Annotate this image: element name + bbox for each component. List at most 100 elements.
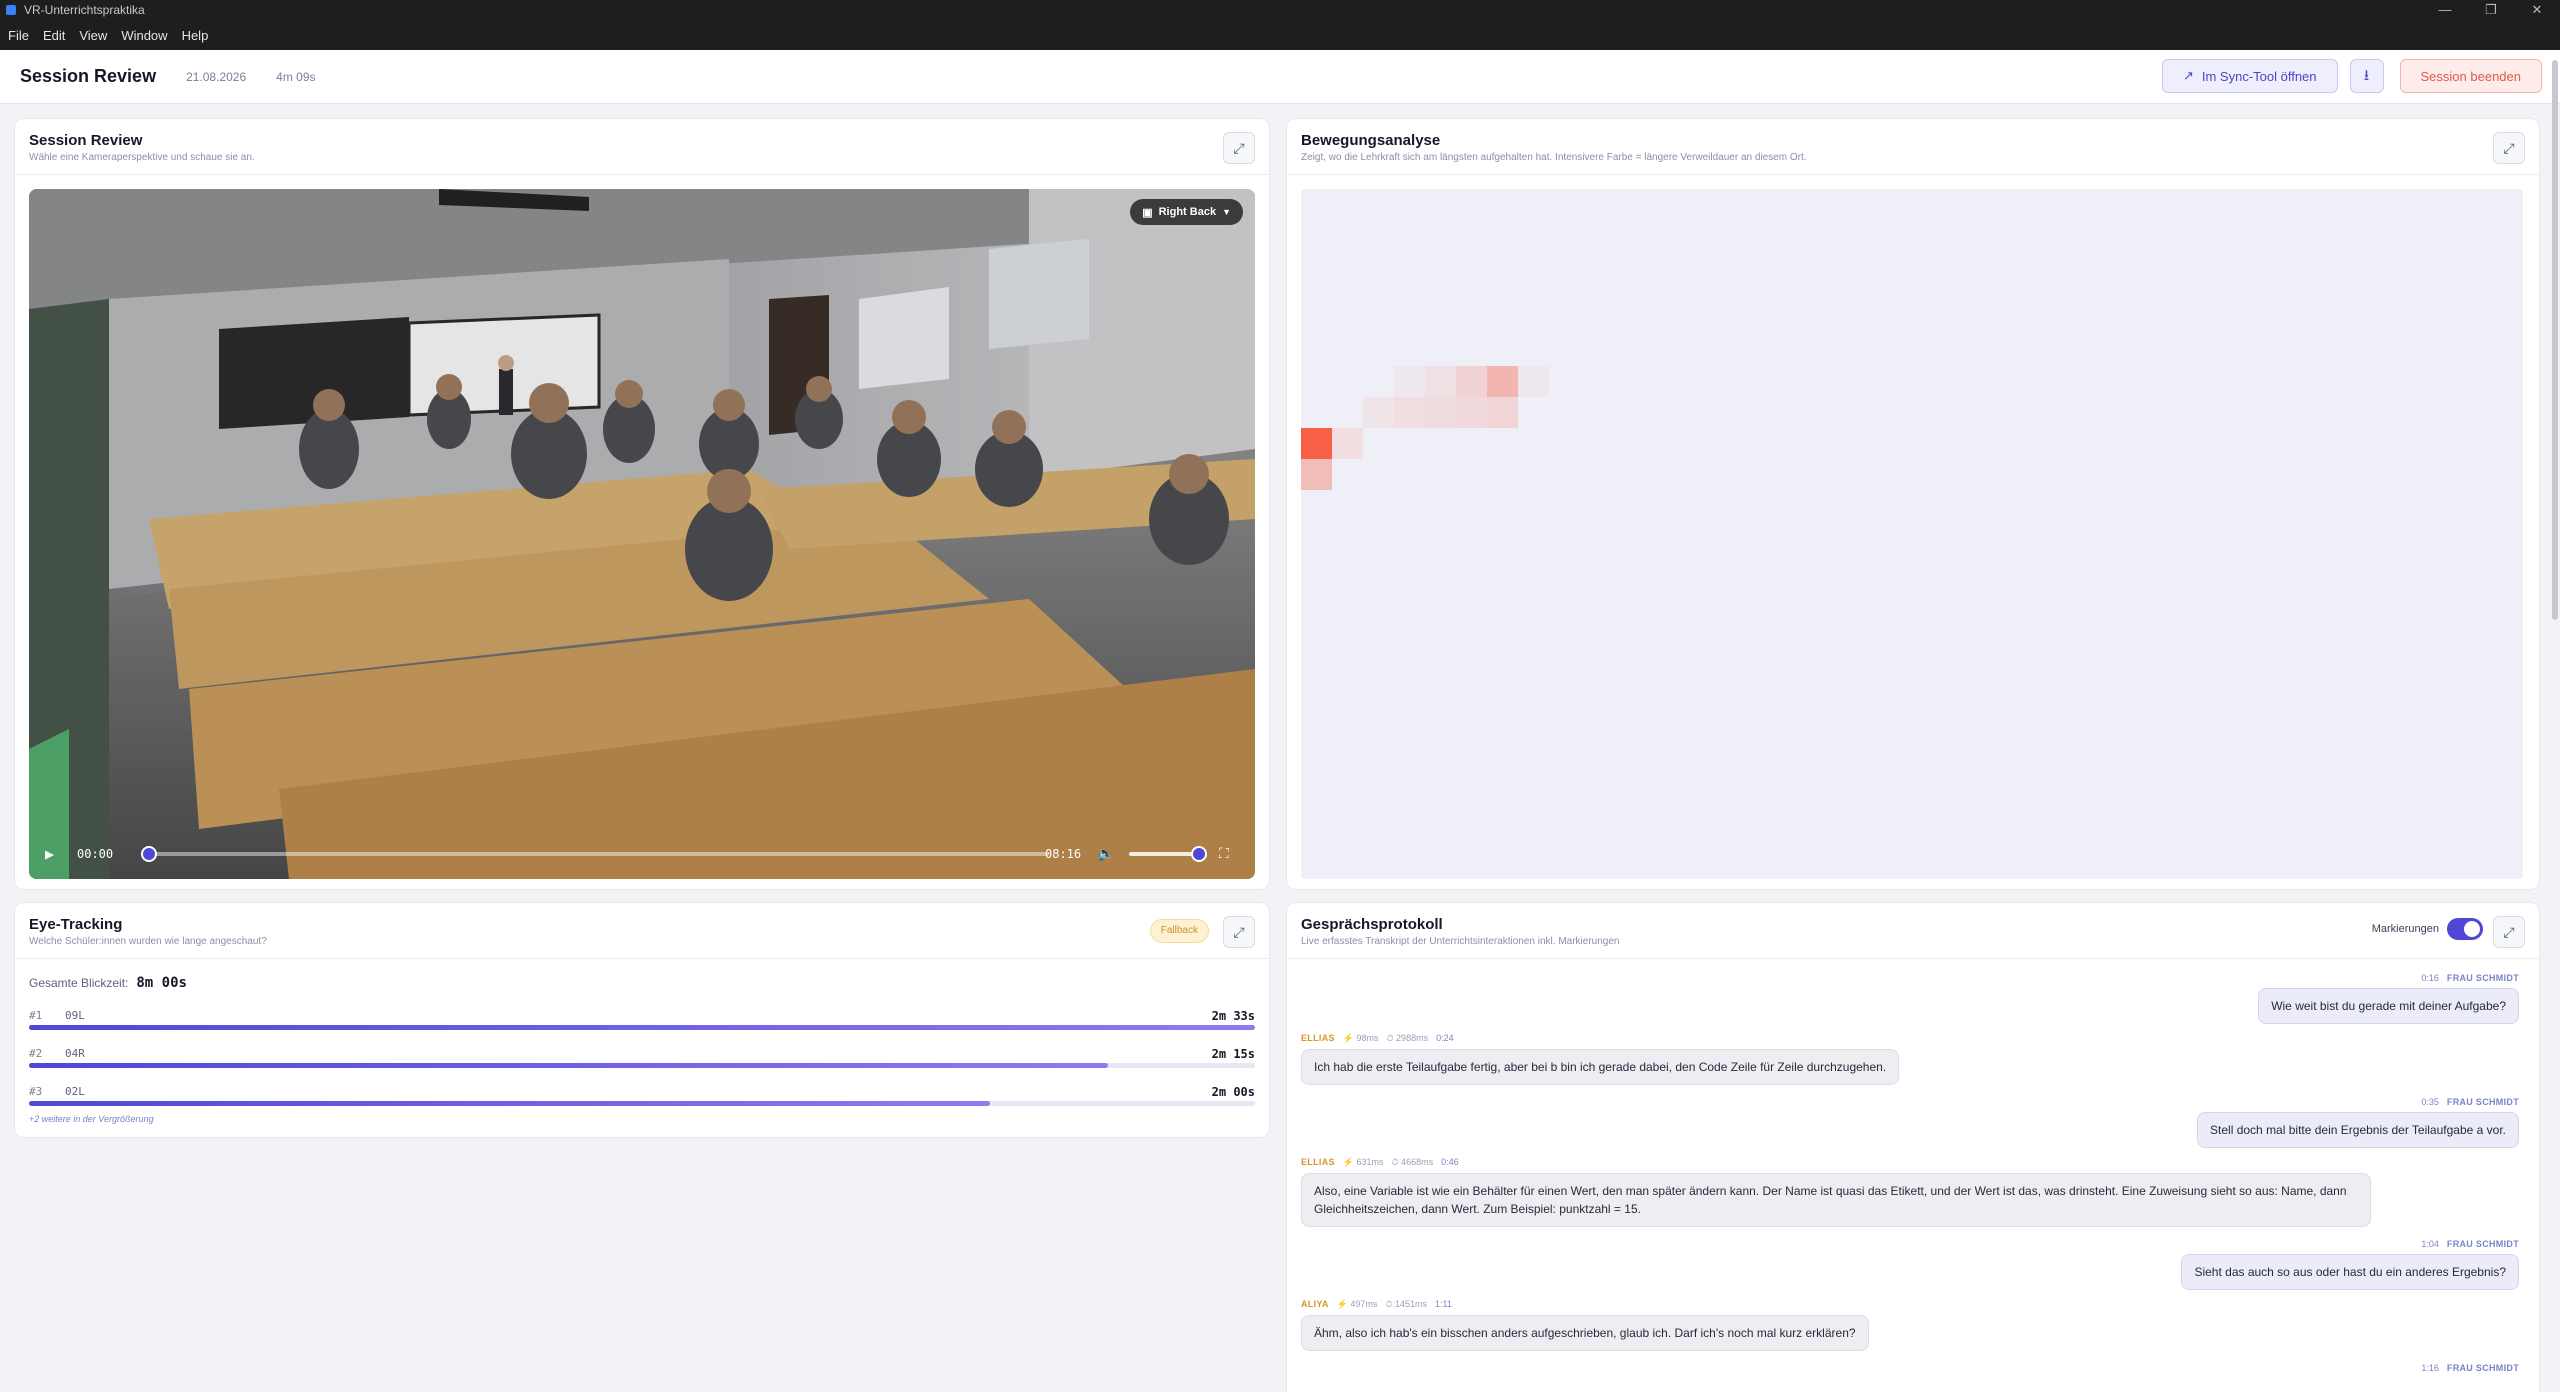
transcript-message: ELLIAS ⚡ 98ms ⏱ 2988ms 0:24 Ich hab die ers… [1301, 1033, 2519, 1085]
eye-tracking-panel: Eye-Tracking Welche Schüler:innen wurden… [14, 902, 1270, 1138]
message-duration: ⏱ 1451ms [1385, 1299, 1427, 1309]
message-bubble[interactable]: Also, eine Variable ist wie ein Behälter… [1301, 1173, 2371, 1227]
gaze-rank: #1 [29, 1009, 43, 1022]
menu-edit[interactable]: Edit [43, 28, 65, 43]
more-students-note: +2 weitere in der Vergrößerung [29, 1114, 154, 1124]
menu-help[interactable]: Help [182, 28, 209, 43]
transcript-panel-title: Gesprächsprotokoll [1301, 916, 1443, 933]
message-bubble[interactable]: Stell doch mal bitte dein Ergebnis der T… [2197, 1112, 2519, 1148]
markings-label: Markierungen [2371, 923, 2439, 935]
message-speaker: FRAU SCHMIDT [2446, 1097, 2519, 1107]
heatmap-cell [1394, 366, 1425, 397]
menu-file[interactable]: File [8, 28, 29, 43]
message-bubble[interactable]: Ähm, also ich hab's ein bisschen anders … [1301, 1315, 1869, 1351]
session-date: 21.08.2026 [186, 69, 247, 84]
expand-icon: ⤢ [2503, 140, 2515, 156]
end-session-button[interactable]: Session beenden [2399, 59, 2542, 93]
message-meta: ELLIAS ⚡ 631ms ⏱ 4668ms 0:46 [1301, 1157, 2519, 1168]
heatmap-cell [1332, 428, 1363, 459]
message-duration: ⏱ 4668ms [1391, 1157, 1434, 1167]
gaze-rank: #2 [29, 1047, 43, 1060]
fullscreen-icon[interactable]: ⛶ [1219, 846, 1229, 862]
gaze-bar-track [29, 1101, 1255, 1106]
movement-panel-subtitle: Zeigt, wo die Lehrkraft sich am längsten… [1301, 152, 1807, 163]
message-meta: ALIYA ⚡ 497ms ⏱ 1451ms 1:11 [1301, 1299, 2519, 1310]
movement-panel-title: Bewegungsanalyse [1301, 132, 1441, 149]
transcript-message: ELLIAS ⚡ 631ms ⏱ 4668ms 0:46 Also, eine Var… [1301, 1157, 2519, 1227]
heatmap-cell [1425, 366, 1456, 397]
gaze-row: #3 02L 2m 00s [29, 1085, 1255, 1115]
menu-window[interactable]: Window [121, 28, 167, 43]
message-bubble[interactable]: Wie weit bist du gerade mit deiner Aufga… [2258, 988, 2519, 1024]
app-header: Session Review 21.08.2026 4m 09s ↗ Im Sy… [0, 50, 2560, 104]
gaze-student: 09L [65, 1009, 85, 1022]
message-speaker: ELLIAS [1301, 1033, 1335, 1043]
heatmap-cell [1301, 428, 1332, 459]
message-time: 1:11 [1434, 1299, 1452, 1309]
open-sync-tool-button[interactable]: ↗ Im Sync-Tool öffnen [2161, 59, 2338, 93]
menu-bar: File Edit View Window Help [0, 20, 2560, 50]
eye-panel-subtitle: Welche Schüler:innen wurden wie lange an… [29, 936, 267, 947]
message-meta: 1:04 FRAU SCHMIDT [1301, 1239, 2519, 1249]
download-button[interactable]: ⭳ [2349, 59, 2384, 93]
video-expand-button[interactable]: ⤢ [1223, 132, 1255, 164]
message-time: 0:35 [2421, 1097, 2439, 1107]
minimize-icon[interactable]: — [2422, 0, 2468, 20]
transcript-message: 0:35 FRAU SCHMIDT Stell doch mal bitte de… [1301, 1097, 2519, 1148]
message-duration: ⏱ 2988ms [1386, 1033, 1429, 1043]
message-meta: 0:16 FRAU SCHMIDT [1301, 973, 2519, 983]
markings-toggle[interactable] [2447, 918, 2483, 940]
restore-icon[interactable]: ❐ [2468, 0, 2514, 20]
open-sync-tool-label: Im Sync-Tool öffnen [2201, 68, 2317, 84]
transcript-expand-button[interactable]: ⤢ [2493, 916, 2525, 948]
page-scrollbar[interactable] [2552, 60, 2558, 620]
expand-icon: ⤢ [1233, 924, 1245, 940]
video-camera-icon: ▣ [1142, 206, 1153, 219]
heatmap-cell [1456, 366, 1487, 397]
end-session-label: Session beenden [2420, 68, 2521, 84]
seek-handle[interactable] [141, 846, 157, 862]
gaze-bar-fill [29, 1025, 1255, 1030]
message-bubble[interactable]: Sieht das auch so aus oder hast du ein a… [2181, 1254, 2519, 1290]
volume-slider[interactable] [1129, 846, 1207, 862]
gaze-bar-fill [29, 1101, 991, 1106]
video-player[interactable]: ▣ Right Back ▼ ▶ 00:00 08:16 🔈 ⛶ [29, 189, 1255, 879]
message-time: 0:24 [1436, 1033, 1454, 1043]
gaze-bar-track [29, 1025, 1255, 1030]
menu-view[interactable]: View [79, 28, 107, 43]
volume-handle[interactable] [1191, 846, 1207, 862]
movement-expand-button[interactable]: ⤢ [2493, 132, 2525, 164]
eye-panel-header: Eye-Tracking Welche Schüler:innen wurden… [15, 903, 1269, 959]
transcript-message: 1:04 FRAU SCHMIDT Sieht das auch so aus o… [1301, 1239, 2519, 1290]
classroom-video-frame [29, 189, 1255, 879]
session-duration: 4m 09s [276, 69, 316, 84]
heatmap-cell [1363, 397, 1394, 428]
movement-panel-header: Bewegungsanalyse Zeigt, wo die Lehrkraft… [1287, 119, 2539, 175]
heatmap-cell [1301, 459, 1332, 490]
close-icon[interactable]: ✕ [2514, 0, 2560, 20]
transcript-message: 1:16 FRAU SCHMIDT [1301, 1363, 2519, 1373]
video-controls: ▶ 00:00 08:16 🔈 ⛶ [29, 829, 1255, 879]
heatmap-cell [1518, 366, 1549, 397]
movement-heatmap [1301, 189, 2523, 879]
message-time: 0:46 [1441, 1157, 1459, 1167]
eye-expand-button[interactable]: ⤢ [1223, 916, 1255, 948]
total-time: 08:16 [1045, 847, 1082, 861]
window-title: VR-Unterrichtspraktika [24, 3, 145, 17]
camera-perspective-selector[interactable]: ▣ Right Back ▼ [1130, 199, 1243, 225]
play-icon[interactable]: ▶ [45, 845, 65, 863]
transcript-message: ALIYA ⚡ 497ms ⏱ 1451ms 1:11 Ähm, also ich h… [1301, 1299, 2519, 1351]
video-panel: Session Review Wähle eine Kameraperspekt… [14, 118, 1270, 890]
video-panel-title: Session Review [29, 132, 143, 149]
page-title: Session Review [20, 66, 157, 86]
seek-bar[interactable] [141, 846, 1049, 862]
volume-icon[interactable]: 🔈 [1097, 846, 1114, 862]
gaze-time: 2m 33s [1211, 1009, 1255, 1023]
gaze-student: 04R [65, 1047, 85, 1060]
message-bubble[interactable]: Ich hab die erste Teilaufgabe fertig, ab… [1301, 1049, 1900, 1085]
total-gaze-value: 8m 00s [136, 975, 187, 991]
message-time: 1:04 [2421, 1239, 2439, 1249]
transcript-panel: Gesprächsprotokoll Live erfasstes Transk… [1286, 902, 2540, 1392]
transcript-panel-header: Gesprächsprotokoll Live erfasstes Transk… [1287, 903, 2539, 959]
message-latency: ⚡ 497ms [1336, 1299, 1378, 1309]
